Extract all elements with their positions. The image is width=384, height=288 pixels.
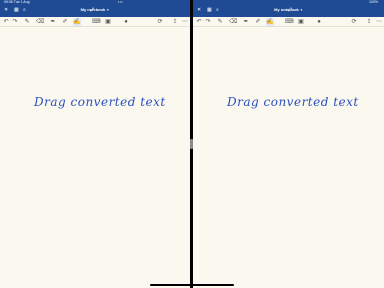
more-icon[interactable]: ⋯ xyxy=(181,18,189,26)
home-indicator[interactable] xyxy=(150,284,234,286)
highlighter-icon[interactable]: ✐ xyxy=(254,18,262,26)
share-icon[interactable]: ⇪ xyxy=(365,18,373,26)
sync-icon[interactable]: ⟳ xyxy=(350,18,358,26)
drawing-toolbar: ↶ ↷ ✎ ⌫ ✒ ✐ ✍ ⌨ ▣ ● ⟳ ⇪ ⋯ xyxy=(0,17,190,27)
keyboard-icon[interactable]: ⌨ xyxy=(285,18,294,26)
highlighter-icon[interactable]: ✐ xyxy=(61,18,69,26)
status-date: Tue 1 Aug xyxy=(13,0,30,4)
undo-icon[interactable]: ↶ xyxy=(2,18,10,26)
notebook-pane-right: ✕ ▦ ⌕ My notebook ▼ ⤢ ↶ ↷ ✎ ⌫ ✒ ✐ ✍ ⌨ ▣ … xyxy=(193,5,384,288)
handwritten-text[interactable]: Drag converted text xyxy=(227,95,359,109)
fullscreen-icon[interactable]: ⤢ xyxy=(90,6,94,15)
image-icon[interactable]: ▣ xyxy=(297,18,305,26)
microphone-icon[interactable]: ● xyxy=(315,18,323,26)
pen-icon[interactable]: ✒ xyxy=(49,18,57,26)
status-time: 09:06 xyxy=(4,0,13,4)
fullscreen-icon[interactable]: ⤢ xyxy=(288,6,292,15)
chevron-down-icon: ▼ xyxy=(106,8,110,12)
chevron-down-icon: ▼ xyxy=(299,8,303,12)
ink-to-text-icon[interactable]: ✍ xyxy=(266,18,274,26)
redo-icon[interactable]: ↷ xyxy=(204,18,212,26)
drawing-toolbar: ↶ ↷ ✎ ⌫ ✒ ✐ ✍ ⌨ ▣ ● ⟳ ⇪ ⋯ xyxy=(193,17,384,27)
microphone-icon[interactable]: ● xyxy=(122,18,130,26)
notebook-title: My notebook xyxy=(274,7,299,12)
eraser-icon[interactable]: ⌫ xyxy=(229,18,237,26)
pen-icon[interactable]: ✒ xyxy=(242,18,250,26)
app-titlebar: ✕ ▦ ⌕ My notebook ▼ ⤢ xyxy=(193,5,384,17)
handwritten-text[interactable]: Drag converted text xyxy=(34,95,166,109)
redo-icon[interactable]: ↷ xyxy=(11,18,19,26)
app-titlebar: ✕ ▦ ⌕ My notebook ▼ ⤢ xyxy=(0,5,190,17)
undo-icon[interactable]: ↶ xyxy=(195,18,203,26)
share-icon[interactable]: ⇪ xyxy=(171,18,179,26)
image-icon[interactable]: ▣ xyxy=(104,18,112,26)
ink-to-text-icon[interactable]: ✍ xyxy=(73,18,81,26)
notebook-pane-left: ✕ ▦ ⌕ My notebook ▼ ⤢ ↶ ↷ ✎ ⌫ ✒ ✐ ✍ ⌨ ▣ … xyxy=(0,5,190,288)
eraser-icon[interactable]: ⌫ xyxy=(36,18,44,26)
sync-icon[interactable]: ⟳ xyxy=(156,18,164,26)
lasso-icon[interactable]: ✎ xyxy=(216,18,224,26)
keyboard-icon[interactable]: ⌨ xyxy=(92,18,101,26)
more-icon[interactable]: ⋯ xyxy=(375,18,383,26)
lasso-icon[interactable]: ✎ xyxy=(23,18,31,26)
notebook-title-button[interactable]: My notebook ▼ xyxy=(0,6,190,14)
